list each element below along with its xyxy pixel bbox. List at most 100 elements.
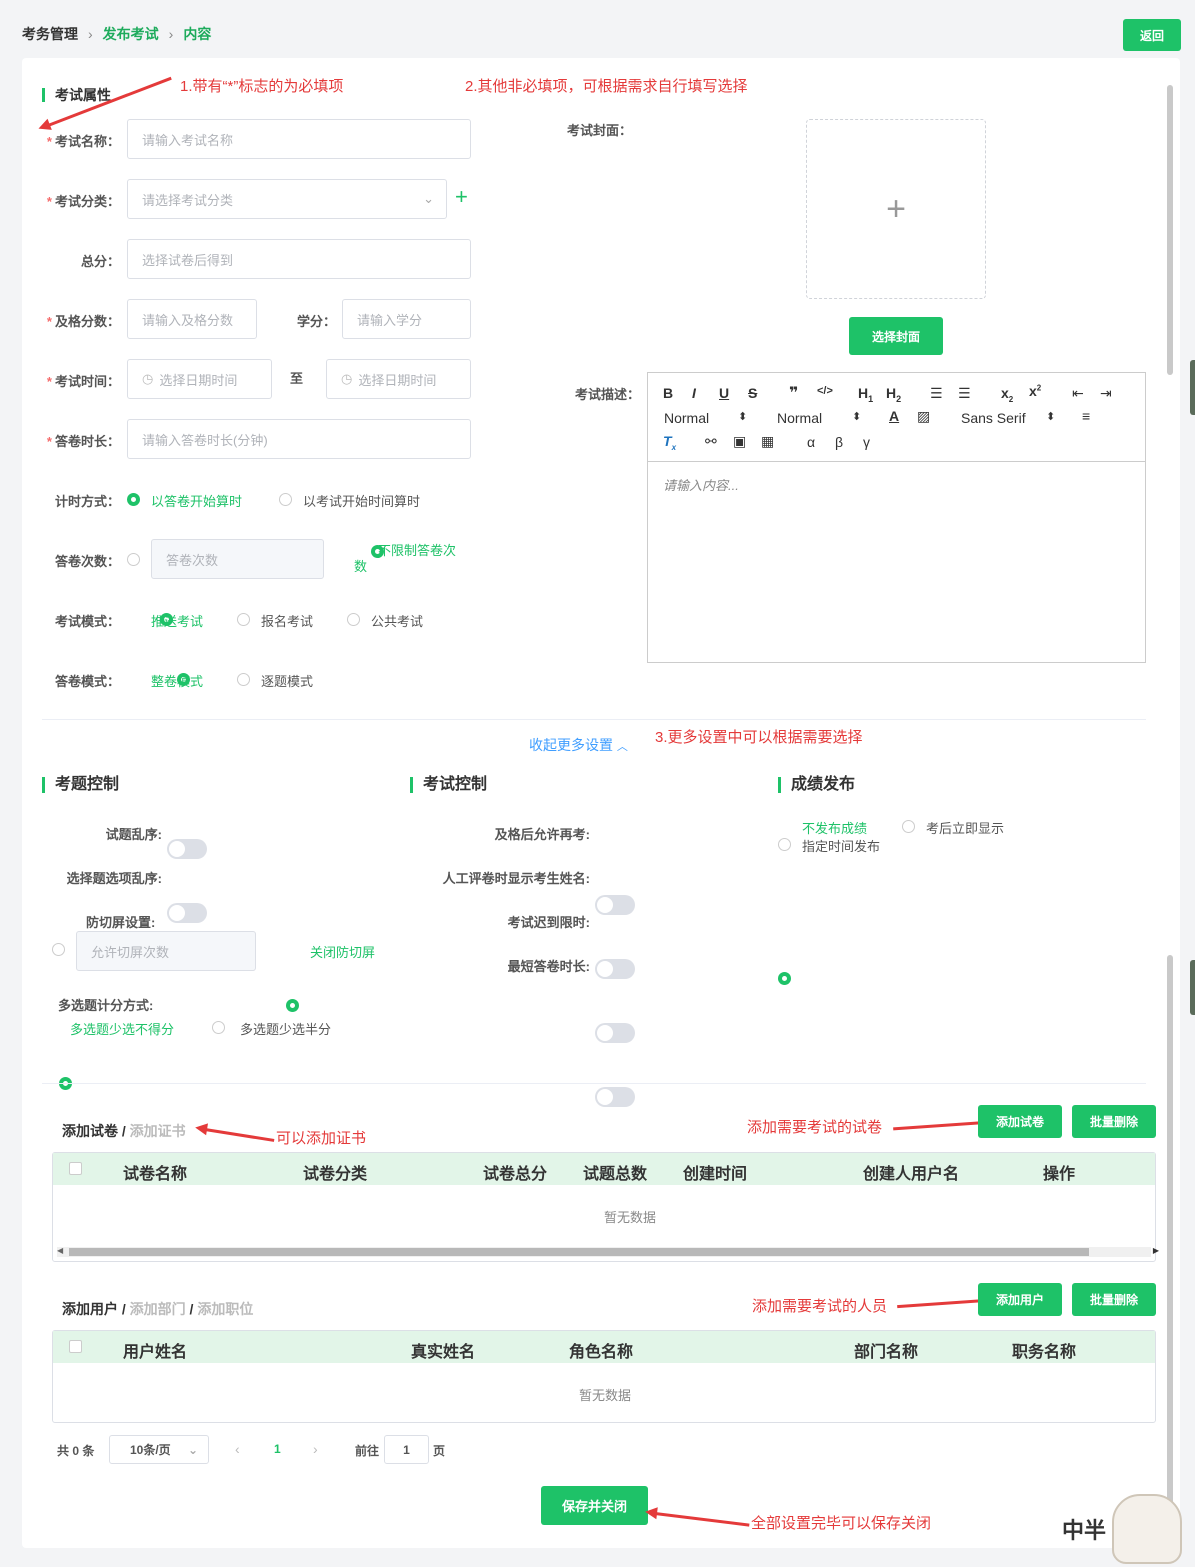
timing-radio-exam[interactable] bbox=[279, 493, 292, 506]
anti-switch-count-input[interactable]: 允许切屏次数 bbox=[76, 931, 256, 971]
mode-option-public[interactable]: 公共考试 bbox=[371, 611, 423, 630]
release-radio-none[interactable] bbox=[778, 972, 791, 985]
underline-icon[interactable]: U bbox=[719, 385, 729, 401]
page-number[interactable]: 1 bbox=[274, 1442, 281, 1456]
code-icon[interactable]: </> bbox=[817, 385, 833, 397]
cover-upload-box[interactable]: + bbox=[806, 119, 986, 299]
batch-delete-user-button[interactable]: 批量删除 bbox=[1072, 1283, 1156, 1316]
end-time-input[interactable]: ◷ 选择日期时间 bbox=[326, 359, 471, 399]
retake-switch[interactable] bbox=[595, 895, 635, 915]
bold-icon[interactable]: B bbox=[663, 385, 673, 401]
start-time-input[interactable]: ◷ 选择日期时间 bbox=[127, 359, 272, 399]
show-name-switch[interactable] bbox=[595, 959, 635, 979]
anti-switch-option-off[interactable]: 关闭防切屏 bbox=[310, 942, 375, 961]
formula-alpha[interactable]: α bbox=[807, 434, 815, 450]
release-radio-scheduled[interactable] bbox=[778, 838, 791, 851]
side-handle-2[interactable] bbox=[1190, 960, 1195, 1015]
font-color-icon[interactable]: A bbox=[889, 408, 899, 424]
clear-format-icon[interactable]: Tx bbox=[663, 433, 676, 452]
page-size-select[interactable]: 10条/页 ⌄ bbox=[109, 1435, 209, 1464]
bullet-list-icon[interactable]: ☰ bbox=[958, 385, 971, 402]
pass-score-input[interactable]: 请输入及格分数 bbox=[127, 299, 257, 339]
tab-add-user[interactable]: 添加用户 bbox=[62, 1301, 118, 1317]
answer-option-single[interactable]: 逐题模式 bbox=[261, 671, 313, 690]
strike-icon[interactable]: S bbox=[748, 385, 757, 401]
rich-text-editor[interactable]: B I U S ❞ </> H1 H2 ☰ ☰ x2 x2 ⇤ ⇥ Normal… bbox=[647, 372, 1146, 663]
select-cover-button[interactable]: 选择封面 bbox=[849, 317, 943, 355]
multi-radio-half[interactable] bbox=[212, 1021, 225, 1034]
release-option-none[interactable]: 不发布成绩 bbox=[802, 818, 867, 837]
indent-icon[interactable]: ⇥ bbox=[1100, 385, 1112, 402]
scrollbar-thumb-2[interactable] bbox=[1167, 955, 1173, 1545]
add-paper-button[interactable]: 添加试卷 bbox=[978, 1105, 1062, 1138]
late-limit-switch[interactable] bbox=[595, 1023, 635, 1043]
exam-category-select[interactable]: 请选择考试分类 ⌄ bbox=[127, 179, 447, 219]
batch-delete-paper-button[interactable]: 批量删除 bbox=[1072, 1105, 1156, 1138]
arrow-left-icon[interactable]: ◀ bbox=[57, 1246, 63, 1255]
release-radio-immediate[interactable] bbox=[902, 820, 915, 833]
tab-add-dept[interactable]: 添加部门 bbox=[130, 1301, 186, 1317]
duration-input[interactable]: 请输入答卷时长(分钟) bbox=[127, 419, 471, 459]
crumb-mid[interactable]: 发布考试 bbox=[103, 24, 159, 44]
mode-option-signup[interactable]: 报名考试 bbox=[261, 611, 313, 630]
font-select[interactable]: Sans Serif bbox=[961, 410, 1026, 426]
release-option-immediate[interactable]: 考后立即显示 bbox=[926, 818, 1004, 837]
background-color-icon[interactable]: ▨ bbox=[917, 408, 930, 425]
align-icon[interactable]: ≡ bbox=[1082, 408, 1090, 424]
arrow-right-icon[interactable]: ▶ bbox=[1153, 1246, 1159, 1255]
formula-gamma[interactable]: γ bbox=[863, 434, 870, 450]
add-category-icon[interactable]: + bbox=[455, 186, 468, 208]
release-option-scheduled[interactable]: 指定时间发布 bbox=[802, 836, 880, 855]
italic-icon[interactable]: I bbox=[692, 385, 696, 401]
size-select[interactable]: Normal bbox=[664, 410, 709, 426]
select-all-checkbox[interactable] bbox=[69, 1340, 82, 1353]
total-score-input[interactable]: 选择试卷后得到 bbox=[127, 239, 471, 279]
answer-radio-single[interactable] bbox=[237, 673, 250, 686]
multi-option-half[interactable]: 多选题少选半分 bbox=[240, 1019, 331, 1038]
header1-icon[interactable]: H1 bbox=[858, 385, 873, 404]
anti-switch-radio-allow[interactable] bbox=[52, 943, 65, 956]
multi-option-none[interactable]: 多选题少选不得分 bbox=[70, 1019, 174, 1038]
horizontal-scrollbar[interactable]: ◀ ▶ bbox=[57, 1246, 1159, 1257]
attempts-input[interactable]: 答卷次数 bbox=[151, 539, 324, 579]
goto-page-input[interactable]: 1 bbox=[384, 1435, 429, 1464]
tab-add-paper[interactable]: 添加试卷 bbox=[62, 1123, 118, 1139]
prev-page-icon[interactable]: ‹ bbox=[235, 1441, 240, 1457]
anti-switch-radio-off[interactable] bbox=[286, 999, 299, 1012]
shuffle-switch[interactable] bbox=[167, 839, 207, 859]
superscript-icon[interactable]: x2 bbox=[1029, 383, 1041, 399]
min-duration-switch[interactable] bbox=[595, 1087, 635, 1107]
editor-placeholder[interactable]: 请输入内容... bbox=[663, 475, 739, 494]
link-icon[interactable]: ⚯ bbox=[705, 433, 717, 450]
back-button[interactable]: 返回 bbox=[1123, 19, 1181, 51]
scrollbar-thumb[interactable] bbox=[69, 1248, 1089, 1256]
formula-beta[interactable]: β bbox=[835, 434, 843, 450]
collapse-settings-link[interactable]: 收起更多设置 ︿ bbox=[529, 735, 628, 755]
header2-icon[interactable]: H2 bbox=[886, 385, 901, 404]
mode-radio-signup[interactable] bbox=[237, 613, 250, 626]
scrollbar-thumb[interactable] bbox=[1167, 85, 1173, 375]
next-page-icon[interactable]: › bbox=[313, 1441, 318, 1457]
mode-radio-public[interactable] bbox=[347, 613, 360, 626]
video-icon[interactable]: ▦ bbox=[761, 433, 774, 450]
crumb-root[interactable]: 考务管理 bbox=[22, 24, 78, 44]
timing-option-exam[interactable]: 以考试开始时间算时 bbox=[303, 491, 420, 510]
credit-input[interactable]: 请输入学分 bbox=[342, 299, 471, 339]
ordered-list-icon[interactable]: ☰ bbox=[930, 385, 943, 402]
timing-option-answer[interactable]: 以答卷开始算时 bbox=[151, 491, 242, 510]
timing-radio-answer[interactable] bbox=[127, 493, 140, 506]
outdent-icon[interactable]: ⇤ bbox=[1072, 385, 1084, 402]
answer-option-whole[interactable]: 整卷模式 bbox=[151, 671, 203, 690]
attempts-radio-limit[interactable] bbox=[127, 553, 140, 566]
select-all-checkbox[interactable] bbox=[69, 1162, 82, 1175]
tab-add-cert[interactable]: 添加证书 bbox=[130, 1123, 186, 1139]
mode-option-push[interactable]: 推送考试 bbox=[151, 611, 203, 630]
image-icon[interactable]: ▣ bbox=[733, 433, 746, 450]
tab-add-position[interactable]: 添加职位 bbox=[197, 1301, 253, 1317]
save-close-button[interactable]: 保存并关闭 bbox=[541, 1486, 648, 1525]
attempts-option-unlimited[interactable]: 不限制答卷次数 bbox=[354, 543, 456, 575]
option-shuffle-switch[interactable] bbox=[167, 903, 207, 923]
exam-name-input[interactable]: 请输入考试名称 bbox=[127, 119, 471, 159]
header-select[interactable]: Normal bbox=[777, 410, 822, 426]
add-user-button[interactable]: 添加用户 bbox=[978, 1283, 1062, 1316]
